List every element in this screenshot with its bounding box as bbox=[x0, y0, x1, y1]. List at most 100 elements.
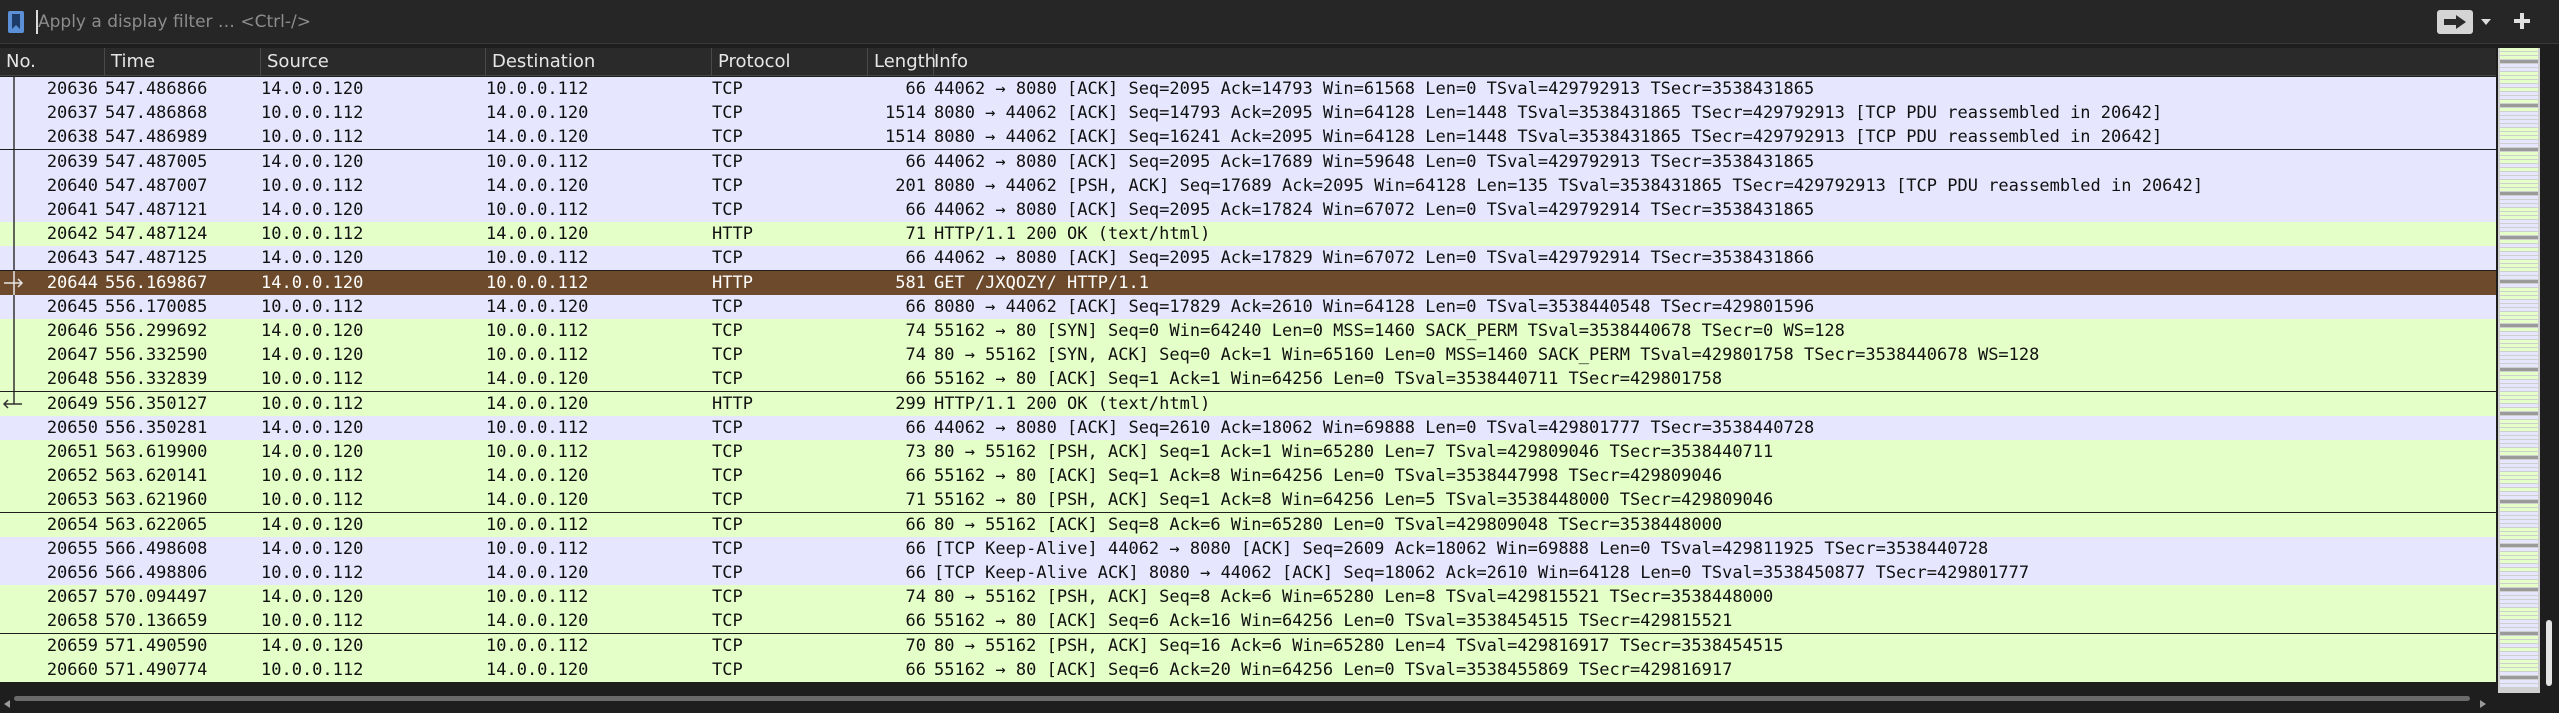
minimap-stripe bbox=[2500, 316, 2538, 319]
packet-row[interactable]: 20659 571.490590 14.0.0.120 10.0.0.112 TCP 70… bbox=[0, 634, 2496, 658]
packet-info: 8080 → 44062 [ACK] Seq=17829 Ack=2610 Wi… bbox=[934, 297, 1815, 317]
packet-number: 20654 bbox=[46, 515, 98, 535]
minimap-stripe bbox=[2500, 636, 2538, 639]
packet-row[interactable]: 20654 563.622065 14.0.0.120 10.0.0.112 TCP 66… bbox=[0, 513, 2496, 537]
minimap-stripe bbox=[2500, 68, 2538, 71]
packet-source: 10.0.0.112 bbox=[261, 660, 364, 680]
minimap-stripe bbox=[2500, 356, 2538, 359]
filter-history-dropdown[interactable] bbox=[2479, 14, 2493, 28]
vertical-scrollbar-thumb[interactable] bbox=[2546, 620, 2552, 686]
packet-number: 20636 bbox=[46, 79, 98, 99]
packet-length: 299 bbox=[895, 394, 926, 414]
display-filter-toolbar bbox=[0, 0, 2559, 44]
packet-row[interactable]: 20647 556.332590 14.0.0.120 10.0.0.112 TCP 74… bbox=[0, 343, 2496, 367]
minimap-stripe bbox=[2500, 116, 2538, 119]
packet-row[interactable]: 20656 566.498806 10.0.0.112 14.0.0.120 TCP 66… bbox=[0, 561, 2496, 585]
packet-destination: 14.0.0.120 bbox=[486, 224, 589, 244]
packet-number: 20658 bbox=[46, 611, 98, 631]
column-header-no[interactable]: No. bbox=[0, 48, 105, 76]
packet-row[interactable]: 20655 566.498608 14.0.0.120 10.0.0.112 TCP 66… bbox=[0, 537, 2496, 561]
minimap-stripe bbox=[2500, 468, 2538, 471]
minimap-stripe bbox=[2500, 100, 2538, 103]
minimap-stripe bbox=[2500, 504, 2538, 507]
packet-time: 547.486866 bbox=[105, 79, 208, 99]
packet-time: 547.487121 bbox=[105, 200, 208, 220]
packet-length: 1514 bbox=[885, 127, 926, 147]
minimap-stripe bbox=[2500, 296, 2538, 299]
packet-minimap[interactable] bbox=[2498, 48, 2540, 693]
minimap-stripe bbox=[2500, 676, 2538, 679]
packet-source: 14.0.0.120 bbox=[261, 273, 364, 293]
minimap-stripe bbox=[2500, 148, 2538, 151]
packet-row[interactable]: 20643 547.487125 14.0.0.120 10.0.0.112 TCP 66… bbox=[0, 246, 2496, 270]
packet-row[interactable]: 20652 563.620141 10.0.0.112 14.0.0.120 TCP 66… bbox=[0, 464, 2496, 488]
add-filter-button[interactable] bbox=[2510, 9, 2534, 33]
column-header-info[interactable]: Info bbox=[928, 48, 2496, 76]
packet-info: 55162 → 80 [ACK] Seq=1 Ack=8 Win=64256 L… bbox=[934, 466, 1723, 486]
packet-row[interactable]: 20657 570.094497 14.0.0.120 10.0.0.112 TCP 74… bbox=[0, 585, 2496, 609]
minimap-stripe bbox=[2500, 656, 2538, 659]
packet-info: 55162 → 80 [PSH, ACK] Seq=1 Ack=8 Win=64… bbox=[934, 490, 1774, 510]
packet-source: 10.0.0.112 bbox=[261, 297, 364, 317]
packet-row[interactable]: 20650 556.350281 14.0.0.120 10.0.0.112 TCP 66… bbox=[0, 416, 2496, 440]
column-header-protocol[interactable]: Protocol bbox=[712, 48, 868, 76]
vertical-scrollbar[interactable] bbox=[2540, 48, 2559, 693]
minimap-stripe bbox=[2500, 224, 2538, 227]
packet-protocol: TCP bbox=[712, 176, 743, 196]
packet-row[interactable]: 20648 556.332839 10.0.0.112 14.0.0.120 TCP 66… bbox=[0, 367, 2496, 391]
minimap-stripe bbox=[2500, 444, 2538, 447]
column-header-destination[interactable]: Destination bbox=[486, 48, 712, 76]
packet-protocol: TCP bbox=[712, 466, 743, 486]
minimap-stripe bbox=[2500, 652, 2538, 655]
minimap-stripe bbox=[2500, 612, 2538, 615]
packet-number: 20659 bbox=[46, 636, 98, 656]
packet-source: 10.0.0.112 bbox=[261, 127, 364, 147]
packet-row[interactable]: 20646 556.299692 14.0.0.120 10.0.0.112 TCP 74… bbox=[0, 319, 2496, 343]
packet-row[interactable]: 20638 547.486989 10.0.0.112 14.0.0.120 TCP 15… bbox=[0, 125, 2496, 149]
horizontal-scrollbar-thumb[interactable] bbox=[14, 696, 2470, 701]
packet-row[interactable]: 20641 547.487121 14.0.0.120 10.0.0.112 TCP 66… bbox=[0, 198, 2496, 222]
minimap-stripe bbox=[2500, 568, 2538, 571]
scroll-right-icon[interactable] bbox=[2478, 694, 2488, 713]
minimap-stripe bbox=[2500, 80, 2538, 83]
minimap-stripe bbox=[2500, 380, 2538, 383]
minimap-stripe bbox=[2500, 460, 2538, 463]
packet-row[interactable]: 20653 563.621960 10.0.0.112 14.0.0.120 TCP 71… bbox=[0, 488, 2496, 512]
packet-row[interactable]: 20644 556.169867 14.0.0.120 10.0.0.112 HTTP 5… bbox=[0, 271, 2496, 295]
packet-number: 20644 bbox=[46, 273, 98, 293]
packet-list[interactable]: 20636 547.486866 14.0.0.120 10.0.0.112 TCP 66… bbox=[0, 77, 2496, 691]
column-header-length[interactable]: Length bbox=[868, 48, 936, 76]
minimap-stripe bbox=[2500, 572, 2538, 575]
packet-row[interactable]: 20642 547.487124 10.0.0.112 14.0.0.120 HTTP 7… bbox=[0, 222, 2496, 246]
packet-source: 10.0.0.112 bbox=[261, 369, 364, 389]
packet-time: 563.621960 bbox=[105, 490, 208, 510]
packet-row[interactable]: 20658 570.136659 10.0.0.112 14.0.0.120 TCP 66… bbox=[0, 609, 2496, 633]
minimap-stripe bbox=[2500, 216, 2538, 219]
packet-row[interactable]: 20639 547.487005 14.0.0.120 10.0.0.112 TCP 66… bbox=[0, 150, 2496, 174]
packet-row[interactable]: 20651 563.619900 14.0.0.120 10.0.0.112 TCP 73… bbox=[0, 440, 2496, 464]
display-filter-input[interactable] bbox=[36, 8, 2428, 36]
packet-info: 80 → 55162 [PSH, ACK] Seq=1 Ack=1 Win=65… bbox=[934, 442, 1774, 462]
packet-row[interactable]: 20636 547.486866 14.0.0.120 10.0.0.112 TCP 66… bbox=[0, 77, 2496, 101]
packet-row[interactable]: 20645 556.170085 10.0.0.112 14.0.0.120 TCP 66… bbox=[0, 295, 2496, 319]
minimap-stripe bbox=[2500, 292, 2538, 295]
packet-protocol: TCP bbox=[712, 418, 743, 438]
packet-length: 71 bbox=[905, 224, 926, 244]
packet-length: 66 bbox=[905, 466, 926, 486]
bookmark-icon[interactable] bbox=[8, 11, 24, 33]
minimap-stripe bbox=[2500, 436, 2538, 439]
scroll-left-icon[interactable] bbox=[2, 694, 12, 713]
column-header-time[interactable]: Time bbox=[105, 48, 261, 76]
packet-info: 55162 → 80 [ACK] Seq=6 Ack=20 Win=64256 … bbox=[934, 660, 1733, 680]
packet-row[interactable]: 20660 571.490774 10.0.0.112 14.0.0.120 TCP 66… bbox=[0, 658, 2496, 682]
column-header-source[interactable]: Source bbox=[261, 48, 486, 76]
minimap-stripe bbox=[2500, 640, 2538, 643]
packet-row[interactable]: 20637 547.486868 10.0.0.112 14.0.0.120 TCP 15… bbox=[0, 101, 2496, 125]
packet-destination: 14.0.0.120 bbox=[486, 297, 589, 317]
packet-source: 10.0.0.112 bbox=[261, 103, 364, 123]
minimap-stripe bbox=[2500, 680, 2538, 683]
minimap-stripe bbox=[2500, 276, 2538, 279]
packet-row[interactable]: 20649 556.350127 10.0.0.112 14.0.0.120 HTTP 2… bbox=[0, 392, 2496, 416]
packet-row[interactable]: 20640 547.487007 10.0.0.112 14.0.0.120 TCP 20… bbox=[0, 174, 2496, 198]
apply-filter-button[interactable] bbox=[2437, 10, 2473, 34]
